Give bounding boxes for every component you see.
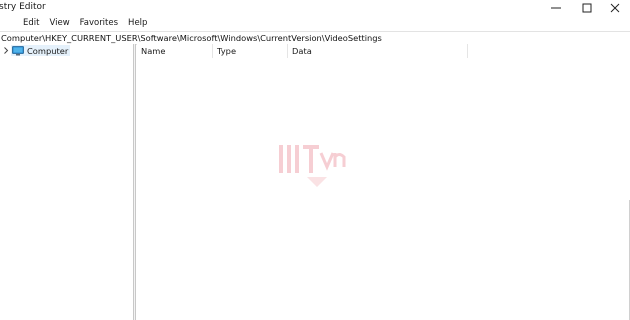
column-header-data[interactable]: Data (288, 44, 468, 58)
menu-view[interactable]: View (44, 16, 74, 30)
tree-label-computer: Computer (27, 45, 69, 56)
maximize-icon (582, 3, 592, 13)
tree-pane: Computer (0, 44, 133, 320)
tree-item-computer[interactable]: Computer (0, 45, 71, 56)
chevron-right-icon[interactable] (0, 45, 11, 56)
address-bar[interactable]: Computer\HKEY_CURRENT_USER\Software\Micr… (0, 31, 630, 45)
registry-editor-window: stry Editor Edit View Favorites Help Com… (0, 0, 630, 320)
column-header-type[interactable]: Type (213, 44, 288, 58)
pane-splitter[interactable] (133, 44, 136, 320)
window-title: stry Editor (0, 2, 46, 12)
watermark-logo (277, 139, 357, 192)
minimize-button[interactable] (540, 0, 571, 16)
maximize-button[interactable] (571, 0, 602, 16)
close-button[interactable] (599, 0, 630, 16)
menu-favorites[interactable]: Favorites (75, 16, 123, 30)
tree-node-computer[interactable]: Computer (11, 45, 71, 56)
address-path[interactable]: Computer\HKEY_CURRENT_USER\Software\Micr… (0, 33, 382, 43)
values-list-pane[interactable]: Name Type Data (137, 44, 630, 320)
menu-bar: Edit View Favorites Help (0, 16, 630, 30)
computer-icon (12, 45, 24, 56)
column-header-name[interactable]: Name (137, 44, 213, 58)
menu-help[interactable]: Help (123, 16, 152, 30)
title-bar[interactable]: stry Editor (0, 0, 630, 16)
list-header: Name Type Data (137, 44, 630, 58)
minimize-icon (550, 3, 561, 13)
close-icon (610, 3, 620, 13)
menu-edit[interactable]: Edit (0, 16, 44, 30)
